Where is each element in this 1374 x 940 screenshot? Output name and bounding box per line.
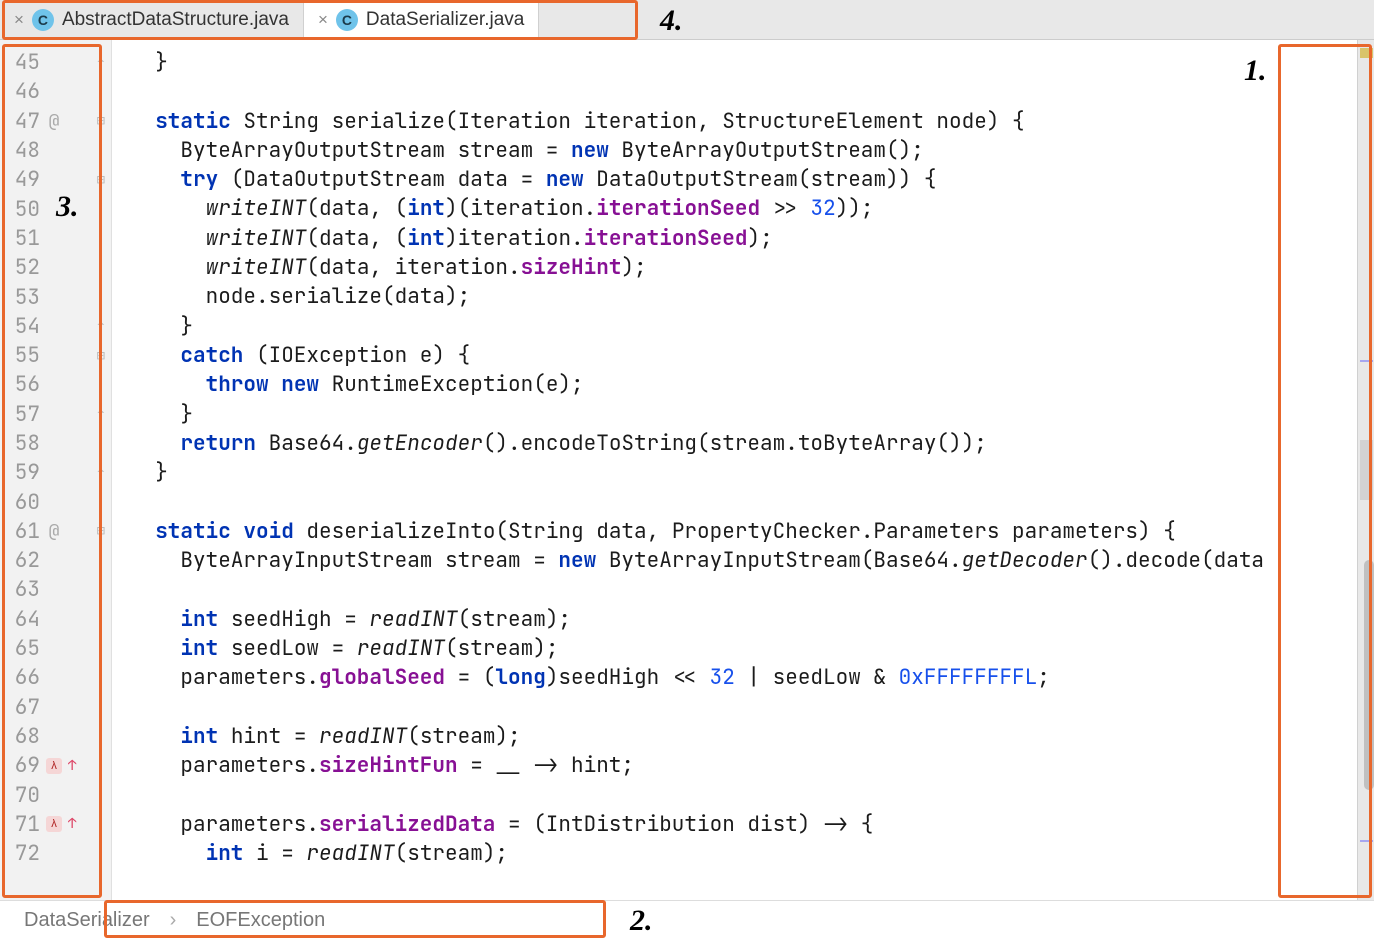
gutter-line[interactable]: 52	[0, 253, 111, 282]
gutter-line[interactable]: 69 λ ↑	[0, 751, 111, 780]
line-number: 72	[6, 840, 40, 867]
line-number: 53	[6, 284, 40, 311]
callout-label-4: 4.	[660, 4, 683, 38]
line-number: 70	[6, 782, 40, 809]
up-arrow-icon: ↑	[68, 757, 76, 775]
gutter-line[interactable]: 62	[0, 546, 111, 575]
tab-abstractdatastructure[interactable]: × C AbstractDataStructure.java	[0, 0, 304, 39]
line-number: 60	[6, 489, 40, 516]
fold-icon[interactable]: ⊟	[97, 171, 105, 189]
fold-icon[interactable]: ⌃	[97, 317, 105, 335]
gutter-line[interactable]: 48	[0, 136, 111, 165]
fold-icon[interactable]: ⊟	[97, 112, 105, 130]
breadcrumb: DataSerializer › EOFException	[0, 900, 1374, 940]
line-number: 51	[6, 225, 40, 252]
gutter-annotation: @	[46, 110, 62, 133]
fold-icon[interactable]: ⌃	[97, 54, 105, 72]
lambda-icon[interactable]: λ	[46, 816, 62, 832]
gutter-line[interactable]: 70	[0, 780, 111, 809]
gutter-line[interactable]: 65	[0, 634, 111, 663]
callout-label-2: 2.	[630, 904, 653, 938]
fold-icon[interactable]: ⌃	[97, 405, 105, 423]
tab-label: DataSerializer.java	[366, 9, 524, 31]
breadcrumb-item[interactable]: DataSerializer	[24, 909, 150, 932]
gutter-line[interactable]: 47 @ ⊟	[0, 107, 111, 136]
tab-dataserializer[interactable]: × C DataSerializer.java	[304, 0, 539, 39]
line-number: 46	[6, 78, 40, 105]
editor: 45 ⌃ 46 47 @ ⊟ 4849 ⊟ 505152 5354 ⌃ 55 ⊟ 56 57 ⌃ 5859 ⌃ 60…	[0, 40, 1374, 900]
lambda-icon[interactable]: λ	[46, 758, 62, 774]
line-number: 64	[6, 606, 40, 633]
line-number: 54	[6, 313, 40, 340]
gutter-line[interactable]: 53	[0, 282, 111, 311]
gutter-line[interactable]: 61 @ ⊟	[0, 517, 111, 546]
close-icon[interactable]: ×	[14, 11, 24, 28]
gutter-annotation: @	[46, 520, 62, 543]
line-number: 45	[6, 49, 40, 76]
gutter-line[interactable]: 71 λ ↑	[0, 810, 111, 839]
class-icon: C	[32, 9, 54, 31]
line-number: 56	[6, 371, 40, 398]
line-number: 48	[6, 137, 40, 164]
gutter-line[interactable]: 63	[0, 575, 111, 604]
gutter-line[interactable]: 51	[0, 224, 111, 253]
line-number: 52	[6, 254, 40, 281]
gutter-line[interactable]: 58	[0, 429, 111, 458]
chevron-right-icon: ›	[170, 909, 177, 932]
gutter-line[interactable]: 45 ⌃	[0, 48, 111, 77]
callout-label-1: 1.	[1244, 54, 1267, 88]
line-number: 69	[6, 752, 40, 779]
fold-icon[interactable]: ⊟	[97, 347, 105, 365]
marker-strip[interactable]	[1357, 40, 1374, 900]
gutter-line[interactable]: 55 ⊟	[0, 341, 111, 370]
line-number: 67	[6, 694, 40, 721]
scrollbar-thumb[interactable]	[1364, 560, 1374, 790]
gutter-line[interactable]: 46	[0, 77, 111, 106]
gutter-line[interactable]: 68	[0, 722, 111, 751]
line-number: 66	[6, 664, 40, 691]
fold-icon[interactable]: ⊟	[97, 522, 105, 540]
gutter-line[interactable]: 54 ⌃	[0, 312, 111, 341]
line-number: 65	[6, 635, 40, 662]
callout-label-3: 3.	[56, 190, 79, 224]
fold-icon[interactable]: ⌃	[97, 464, 105, 482]
line-number: 49	[6, 166, 40, 193]
line-number: 55	[6, 342, 40, 369]
caret-marker	[1360, 360, 1373, 362]
code-area[interactable]: } static String serialize(Iteration iter…	[112, 40, 1357, 900]
line-number: 61	[6, 518, 40, 545]
gutter-line[interactable]: 60	[0, 487, 111, 516]
up-arrow-icon: ↑	[68, 815, 76, 833]
tab-bar: × C AbstractDataStructure.java × C DataS…	[0, 0, 1374, 40]
line-number: 59	[6, 459, 40, 486]
breadcrumb-item[interactable]: EOFException	[196, 909, 325, 932]
gutter-line[interactable]: 57 ⌃	[0, 400, 111, 429]
line-number: 50	[6, 196, 40, 223]
line-number: 57	[6, 401, 40, 428]
line-number: 63	[6, 576, 40, 603]
warning-marker[interactable]	[1360, 48, 1373, 58]
class-icon: C	[336, 9, 358, 31]
gutter-line[interactable]: 67	[0, 693, 111, 722]
range-marker[interactable]	[1360, 440, 1373, 500]
line-number: 47	[6, 108, 40, 135]
gutter-line[interactable]: 66	[0, 663, 111, 692]
caret-marker	[1360, 840, 1373, 842]
gutter[interactable]: 45 ⌃ 46 47 @ ⊟ 4849 ⊟ 505152 5354 ⌃ 55 ⊟ 56 57 ⌃ 5859 ⌃ 60…	[0, 40, 112, 900]
line-number: 62	[6, 547, 40, 574]
gutter-line[interactable]: 59 ⌃	[0, 458, 111, 487]
line-number: 68	[6, 723, 40, 750]
gutter-line[interactable]: 56	[0, 370, 111, 399]
close-icon[interactable]: ×	[318, 11, 328, 28]
line-number: 58	[6, 430, 40, 457]
gutter-line[interactable]: 64	[0, 605, 111, 634]
gutter-line[interactable]: 72	[0, 839, 111, 868]
tab-label: AbstractDataStructure.java	[62, 9, 289, 31]
line-number: 71	[6, 811, 40, 838]
